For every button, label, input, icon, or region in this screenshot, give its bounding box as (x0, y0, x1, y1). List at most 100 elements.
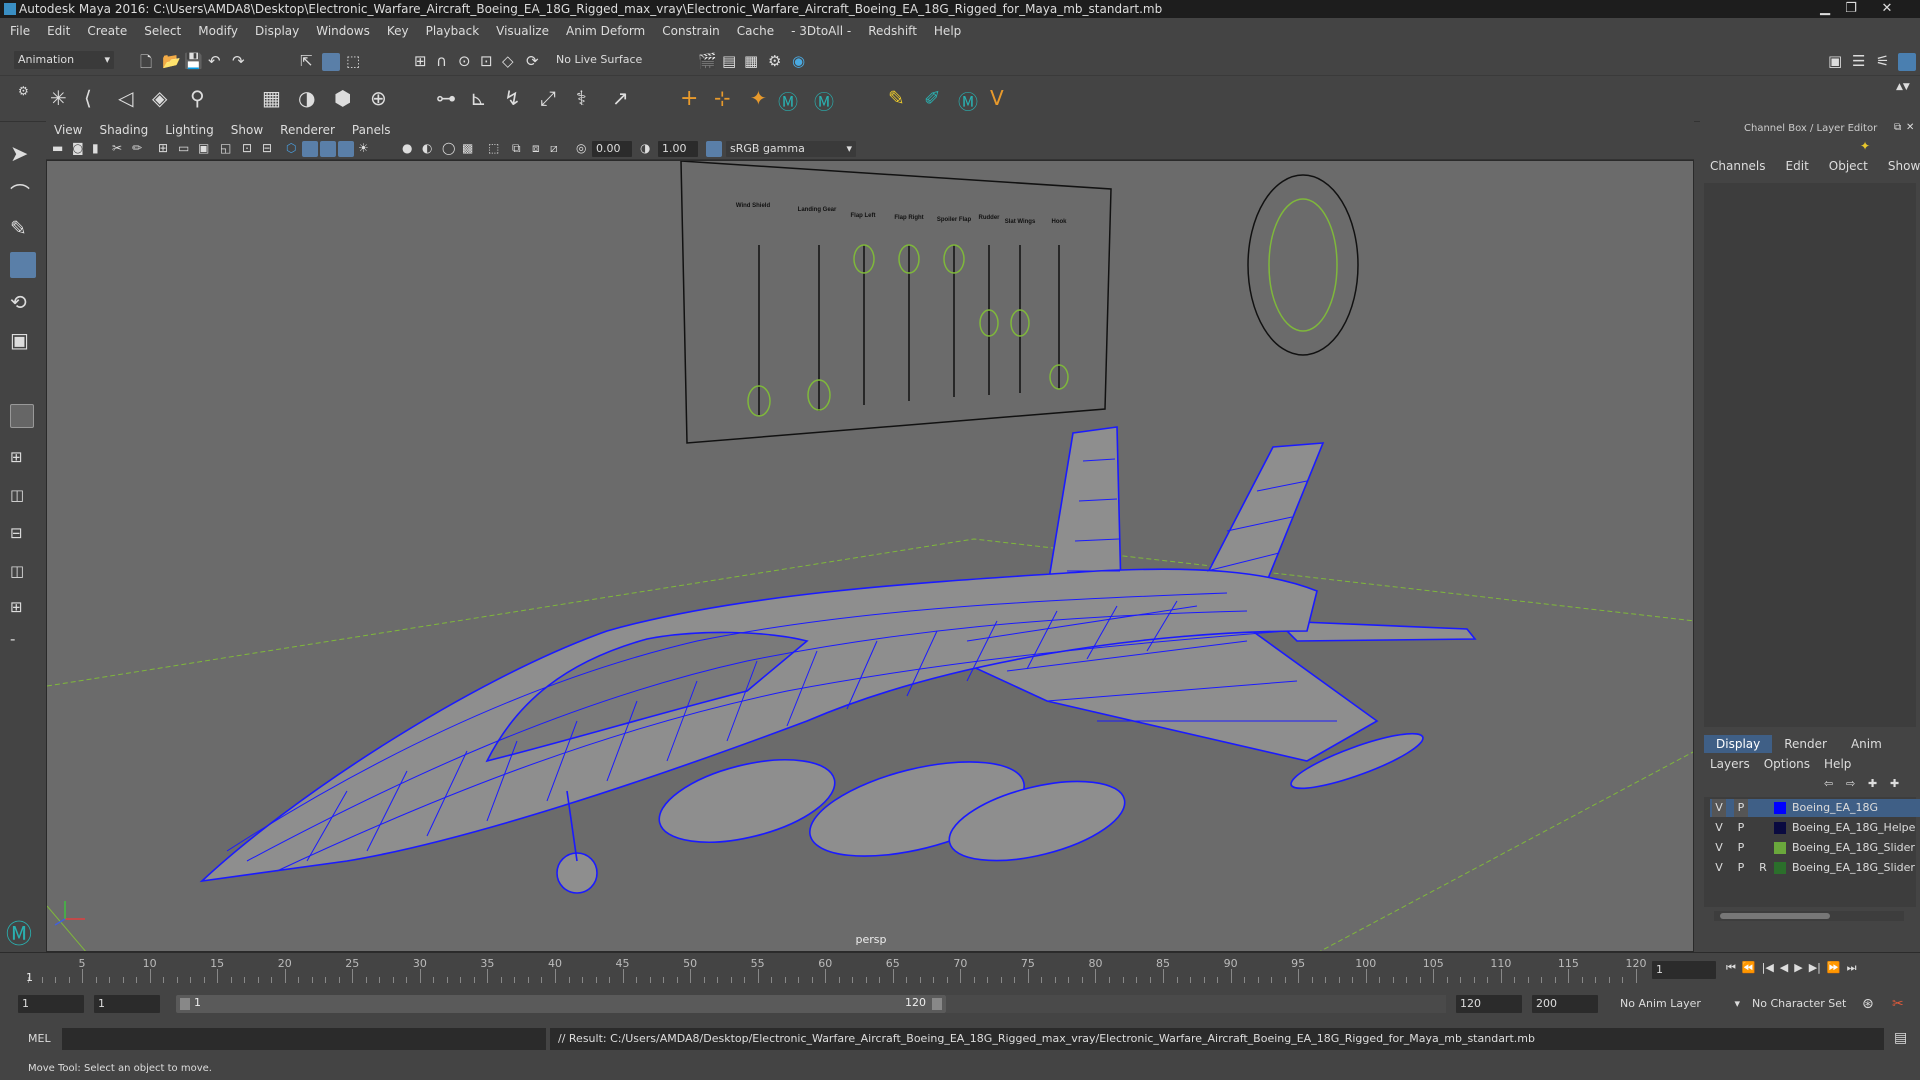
layer-name[interactable]: Boeing_EA_18G_Slider (1792, 859, 1915, 877)
film-gate-icon[interactable]: ▭ (178, 141, 189, 155)
shadows-icon[interactable]: ● (402, 141, 412, 155)
step-forward-frame-icon[interactable]: ▶| (1809, 961, 1821, 975)
orient-constraint-icon[interactable]: ↯ (504, 86, 521, 110)
resolution-gate-icon[interactable]: ▣ (198, 141, 209, 155)
motion-blur-icon[interactable]: ◯ (442, 141, 455, 155)
layer-reference[interactable]: R (1756, 859, 1770, 877)
menu-constrain[interactable]: Constrain (662, 24, 720, 38)
layer-playback[interactable]: P (1734, 819, 1748, 837)
bind-skin-icon[interactable]: ◈ (152, 86, 167, 110)
current-frame-field[interactable]: 1 (1652, 961, 1716, 979)
current-frame-marker[interactable]: 1 (26, 971, 33, 984)
modeling-toolkit-icon[interactable]: ▣ (1828, 52, 1842, 70)
move-tool-icon[interactable] (10, 252, 36, 278)
channel-box-option-icon[interactable]: ✦ (1860, 139, 1870, 153)
end-time-field[interactable]: 200 (1532, 995, 1598, 1013)
vee-tool-icon[interactable]: V (990, 86, 1004, 110)
ik-handle-icon[interactable]: ⟨ (84, 86, 92, 110)
layer-visibility[interactable]: V (1712, 819, 1726, 837)
layer-playback[interactable]: P (1734, 799, 1748, 817)
more-layouts-icon[interactable]: - (10, 630, 15, 648)
layer-color-swatch[interactable] (1774, 842, 1786, 854)
camera-attributes-icon[interactable]: ◙ (72, 141, 84, 155)
point-constraint-icon[interactable]: ⊶ (436, 86, 456, 110)
gate-mask-icon[interactable]: ◱ (220, 141, 231, 155)
color-management-icon[interactable] (706, 141, 722, 157)
hik-icon[interactable]: Ⓜ (778, 86, 798, 115)
layer-name[interactable]: Boeing_EA_18G (1792, 799, 1878, 817)
side-by-side-icon[interactable]: ◫ (10, 486, 24, 504)
menu-modify[interactable]: Modify (198, 24, 238, 38)
panel-menu-renderer[interactable]: Renderer (280, 123, 335, 137)
move-layer-down-icon[interactable]: ⇨ (1846, 777, 1855, 790)
menu-playback[interactable]: Playback (426, 24, 480, 38)
scrollbar-thumb[interactable] (1720, 913, 1830, 919)
paint-weights-icon[interactable]: ✎ (888, 86, 905, 110)
render-settings-icon[interactable]: ⚙ (768, 52, 781, 70)
persp-graph-icon[interactable]: ◫ (10, 562, 24, 580)
ambient-occlusion-icon[interactable]: ◐ (422, 141, 432, 155)
layer-name[interactable]: Boeing_EA_18G_Slider (1792, 839, 1915, 857)
lasso-tool-icon[interactable]: ⌒ (10, 178, 30, 207)
wire-icon[interactable]: ⊕ (370, 86, 387, 110)
grid-toggle-icon[interactable]: ⊞ (158, 141, 168, 155)
xray-components-icon[interactable]: ⧄ (550, 141, 558, 156)
snap-surface-icon[interactable]: ◇ (502, 52, 514, 70)
view-transform-dropdown[interactable]: sRGB gamma ▾ (726, 141, 856, 157)
anim-layer-dropdown[interactable]: No Anim Layer ▾ (1620, 995, 1740, 1013)
layer-visibility[interactable]: V (1712, 839, 1726, 857)
snap-grid-icon[interactable]: ⊞ (414, 52, 427, 70)
layer-row[interactable]: V P Boeing_EA_18G (1710, 799, 1920, 817)
menu-windows[interactable]: Windows (316, 24, 370, 38)
locator-icon[interactable]: + (680, 86, 698, 111)
anim-prefs-icon[interactable]: ✂ (1892, 996, 1904, 1012)
range-end-handle[interactable] (932, 998, 942, 1010)
step-back-key-icon[interactable]: ⏪ (1742, 961, 1756, 975)
help-menu[interactable]: Help (1824, 757, 1851, 773)
layer-color-swatch[interactable] (1774, 802, 1786, 814)
channels-menu[interactable]: Channels (1710, 159, 1766, 175)
cluster-icon[interactable]: ▦ (262, 86, 281, 110)
textured-icon[interactable] (338, 141, 354, 157)
field-chart-icon[interactable]: ⊡ (242, 141, 252, 155)
snap-live-icon[interactable]: ⟳ (526, 52, 539, 70)
wrap-icon[interactable]: ⬢ (334, 86, 351, 110)
camera-select-icon[interactable]: ▬ (52, 141, 63, 155)
layer-visibility[interactable]: V (1712, 799, 1726, 817)
ik-joint-icon[interactable]: ✳ (50, 86, 67, 110)
layer-scrollbar[interactable] (1714, 911, 1904, 921)
tab-display[interactable]: Display (1704, 735, 1773, 753)
save-scene-icon[interactable]: 💾 (184, 52, 203, 70)
grease-pencil-icon[interactable]: ✏ (132, 141, 142, 155)
xray-icon[interactable]: ⧉ (512, 141, 521, 156)
ipr-render-icon[interactable]: ▦ (744, 52, 758, 70)
move-layer-up-icon[interactable]: ⇦ (1824, 777, 1833, 790)
skin-weights-icon[interactable]: ✦ (750, 86, 767, 110)
snap-view-icon[interactable]: ⊡ (480, 52, 493, 70)
menu-file[interactable]: File (10, 24, 30, 38)
close-button[interactable]: ✕ (1874, 0, 1900, 18)
parent-constraint-icon[interactable]: ⚕ (576, 86, 587, 110)
shelf-menu-icon[interactable]: ⚙ (18, 84, 29, 98)
go-to-end-icon[interactable]: ⏭ (1847, 961, 1857, 975)
layer-playback[interactable]: P (1734, 839, 1748, 857)
layer-color-swatch[interactable] (1774, 862, 1786, 874)
new-layer-icon[interactable]: ✚ (1868, 777, 1877, 790)
new-scene-icon[interactable]: 🗋 (140, 52, 152, 77)
scene-canvas[interactable]: Wind Shield Landing Gear Flap Left Flap … (47, 161, 1694, 952)
range-start-handle[interactable] (180, 998, 190, 1010)
tab-anim[interactable]: Anim (1839, 735, 1894, 753)
menu-3dtoall[interactable]: - 3DtoAll - (791, 24, 851, 38)
panel-menu-view[interactable]: View (54, 123, 82, 137)
aim-constraint-icon[interactable]: ⊾ (470, 86, 487, 110)
menu-create[interactable]: Create (87, 24, 127, 38)
persp-outliner-icon[interactable]: ⊟ (10, 524, 23, 542)
pole-vector-icon[interactable]: ↗ (612, 86, 629, 110)
layer-row[interactable]: V P Boeing_EA_18G_Slider (1710, 839, 1920, 857)
bookmark-icon[interactable]: ▮ (92, 141, 99, 155)
start-time-field[interactable]: 1 (18, 995, 84, 1013)
perspective-viewport[interactable]: Wind Shield Landing Gear Flap Left Flap … (46, 160, 1694, 952)
command-input[interactable] (62, 1028, 546, 1050)
new-layer-selected-icon[interactable]: ✚ (1890, 777, 1899, 790)
select-component-icon[interactable]: ⬚ (346, 52, 360, 70)
